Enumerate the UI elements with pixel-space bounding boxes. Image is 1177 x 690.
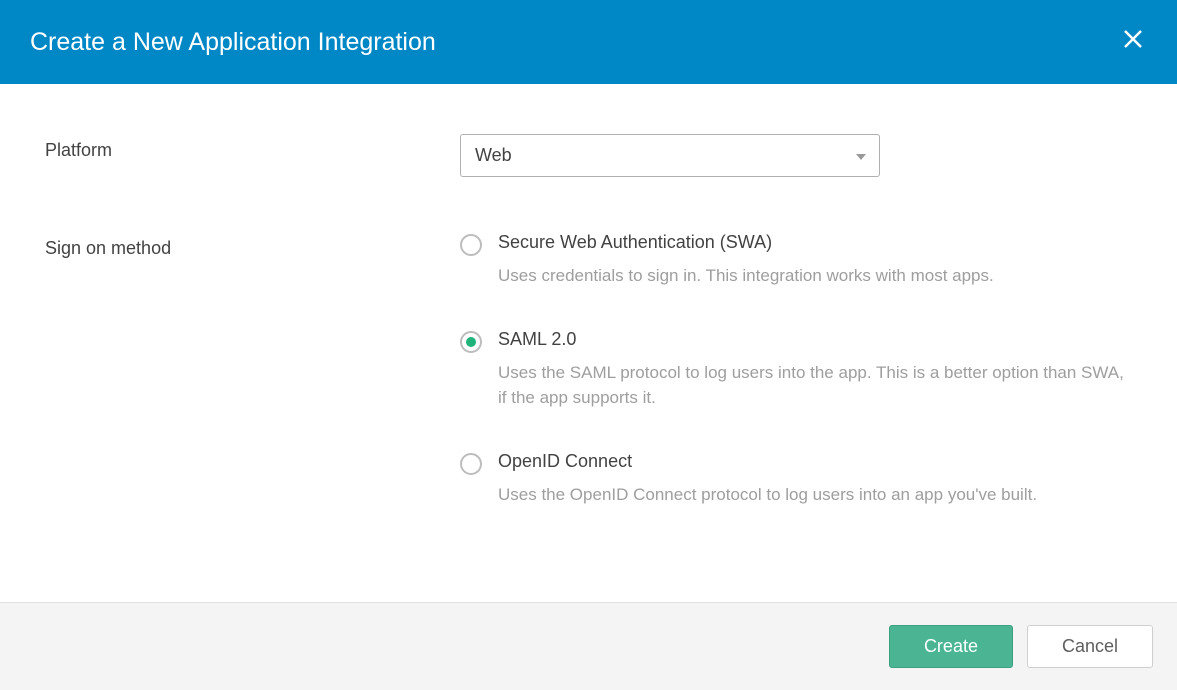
platform-row: Platform Web <box>45 134 1132 177</box>
radio-saml[interactable] <box>460 331 482 353</box>
option-openid[interactable]: OpenID Connect Uses the OpenID Connect p… <box>460 451 1132 508</box>
modal-title: Create a New Application Integration <box>30 28 436 57</box>
sign-on-method-options: Secure Web Authentication (SWA) Uses cre… <box>460 232 1132 507</box>
platform-select-wrapper: Web <box>460 134 880 177</box>
option-title: Secure Web Authentication (SWA) <box>498 232 1132 253</box>
radio-openid[interactable] <box>460 453 482 475</box>
modal-body: Platform Web Sign on method <box>0 84 1177 602</box>
create-button[interactable]: Create <box>889 625 1013 668</box>
modal-header: Create a New Application Integration <box>0 0 1177 84</box>
option-desc: Uses the OpenID Connect protocol to log … <box>498 482 1132 508</box>
create-app-integration-modal: Create a New Application Integration Pla… <box>0 0 1177 680</box>
sign-on-method-label: Sign on method <box>45 238 460 259</box>
option-title: OpenID Connect <box>498 451 1132 472</box>
sign-on-method-row: Sign on method Secure Web Authentication… <box>45 232 1132 507</box>
close-icon[interactable] <box>1119 24 1147 60</box>
option-content: Secure Web Authentication (SWA) Uses cre… <box>498 232 1132 289</box>
option-swa[interactable]: Secure Web Authentication (SWA) Uses cre… <box>460 232 1132 289</box>
cancel-button[interactable]: Cancel <box>1027 625 1153 668</box>
platform-select[interactable]: Web <box>460 134 880 177</box>
platform-label: Platform <box>45 140 460 161</box>
option-content: SAML 2.0 Uses the SAML protocol to log u… <box>498 329 1132 411</box>
option-saml[interactable]: SAML 2.0 Uses the SAML protocol to log u… <box>460 329 1132 411</box>
modal-footer: Create Cancel <box>0 602 1177 690</box>
option-desc: Uses credentials to sign in. This integr… <box>498 263 1132 289</box>
option-content: OpenID Connect Uses the OpenID Connect p… <box>498 451 1132 508</box>
option-desc: Uses the SAML protocol to log users into… <box>498 360 1132 411</box>
radio-swa[interactable] <box>460 234 482 256</box>
option-title: SAML 2.0 <box>498 329 1132 350</box>
